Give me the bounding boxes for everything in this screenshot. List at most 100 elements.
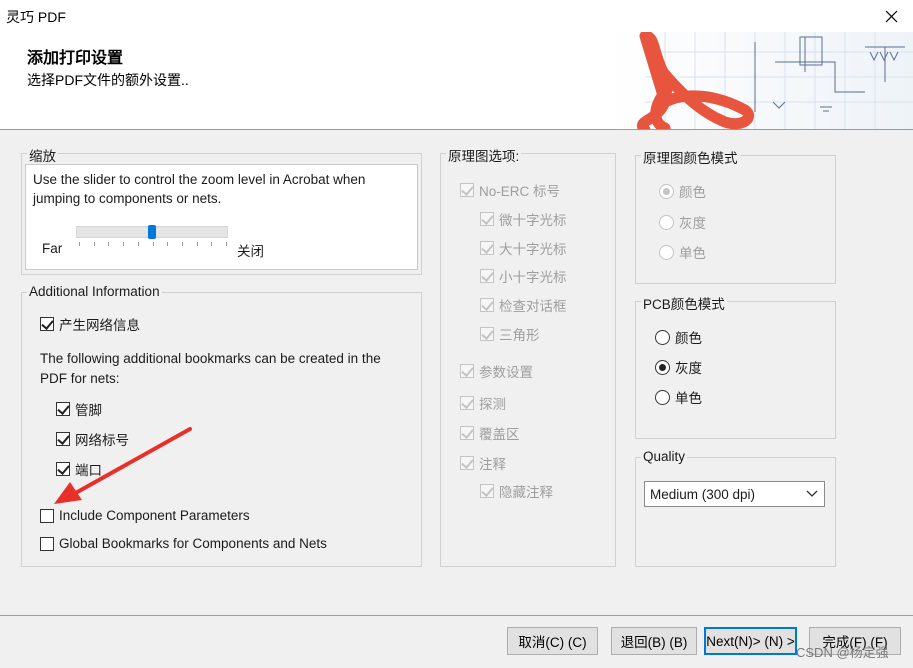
pins-checkbox[interactable]: 管脚 [56,399,102,419]
schematic-mono-radio-label: 单色 [679,246,706,261]
small-cross-check[interactable] [480,212,494,226]
slider-tick [226,242,227,246]
params-label: 参数设置 [479,365,533,380]
slider-tick [93,242,95,246]
slider-tick [123,242,125,246]
schematic-gray-radio-label: 灰度 [679,216,706,231]
hidden-notes-check[interactable] [480,484,494,498]
schematic-color-label: 原理图颜色模式 [641,147,740,167]
wizard-header: 添加打印设置 选择PDF文件的额外设置.. [0,32,913,130]
quality-select[interactable]: Medium (300 dpi) [644,481,825,507]
zoom-off-label: 关闭 [237,244,264,259]
tiny-cross-checkbox[interactable]: 小十字光标 [480,266,567,286]
page-subtitle: 选择PDF文件的额外设置.. [27,72,189,88]
schematic-color-radio-dot[interactable] [659,183,674,199]
cover-label: 覆盖区 [479,427,520,442]
schematic-color-radio-label: 颜色 [679,185,706,200]
component-params-check[interactable] [40,508,54,523]
bookmarks-description: The following additional bookmarks can b… [40,351,381,386]
zoom-group-label: 缩放 [27,145,58,165]
schematic-options-label: 原理图选项: [446,145,522,165]
pcb-gray-radio-label: 灰度 [675,361,702,376]
params-checkbox[interactable]: 参数设置 [460,361,533,381]
close-button[interactable] [876,2,906,30]
quality-group [635,457,836,567]
params-check[interactable] [460,364,474,378]
global-bookmarks-label: Global Bookmarks for Components and Nets [59,536,327,551]
csdn-watermark: CSDN @杨定强 [796,645,889,660]
hidden-notes-checkbox[interactable]: 隐藏注释 [480,481,553,501]
pcb-color-radio-label: 颜色 [675,331,702,346]
pins-check[interactable] [56,402,70,416]
title-bar: 灵巧 PDF [0,0,913,32]
probe-checkbox[interactable]: 探测 [460,393,506,413]
component-params-label: Include Component Parameters [59,508,250,523]
schematic-gray-radio-dot[interactable] [659,214,674,230]
chevron-down-icon [806,490,818,497]
slider-tick [181,242,183,246]
net-info-checkbox[interactable]: 产生网络信息 [40,314,140,334]
close-icon [885,10,898,23]
check-dialog-label: 检查对话框 [499,299,567,314]
zoom-slider-thumb[interactable] [148,225,156,239]
tiny-cross-check[interactable] [480,269,494,283]
triangle-check[interactable] [480,327,494,341]
page-title: 添加打印设置 [27,50,124,67]
zoom-description: Use the slider to control the zoom level… [33,172,366,206]
pcb-gray-radio[interactable]: 灰度 [655,357,702,377]
slider-tick [79,242,80,246]
next-button[interactable]: Next(N)> (N) > [704,627,797,655]
hidden-notes-label: 隐藏注释 [499,485,553,500]
check-dialog-checkbox[interactable]: 检查对话框 [480,295,567,315]
slider-tick [211,242,213,246]
schematic-gray-radio[interactable]: 灰度 [659,212,706,232]
notes-check[interactable] [460,456,474,470]
small-cross-label: 微十字光标 [499,213,567,228]
quality-label: Quality [641,449,688,464]
global-bookmarks-check[interactable] [40,536,54,551]
quality-select-value: Medium (300 dpi) [650,486,756,502]
slider-tick [167,242,169,246]
schematic-logo-banner [605,32,913,129]
tiny-cross-label: 小十字光标 [499,270,567,285]
pcb-mono-radio-dot[interactable] [655,389,670,405]
pcb-color-radio[interactable]: 颜色 [655,327,702,347]
cover-check[interactable] [460,426,474,440]
net-info-check[interactable] [40,317,54,331]
triangle-checkbox[interactable]: 三角形 [480,324,540,344]
pcb-mono-radio[interactable]: 单色 [655,387,702,407]
triangle-label: 三角形 [499,328,540,343]
schematic-mono-radio-dot[interactable] [659,244,674,260]
slider-tick [137,242,139,246]
notes-label: 注释 [479,457,506,472]
back-button[interactable]: 退回(B) (B) [611,627,697,655]
check-dialog-check[interactable] [480,298,494,312]
pins-label: 管脚 [75,403,102,418]
red-arrow-annotation [54,427,192,504]
no-erc-checkbox[interactable]: No-ERC 标号 [460,180,560,200]
small-cross-checkbox[interactable]: 微十字光标 [480,209,567,229]
schematic-mono-radio[interactable]: 单色 [659,242,706,262]
slider-tick [196,242,198,246]
probe-check[interactable] [460,396,474,410]
slider-tick [108,242,110,246]
window-title: 灵巧 PDF [6,9,66,25]
large-cross-check[interactable] [480,241,494,255]
cover-checkbox[interactable]: 覆盖区 [460,423,520,443]
schematic-color-radio[interactable]: 颜色 [659,181,706,201]
probe-label: 探测 [479,397,506,412]
component-params-checkbox[interactable]: Include Component Parameters [40,508,250,523]
notes-checkbox[interactable]: 注释 [460,453,506,473]
pcb-gray-radio-dot[interactable] [655,359,670,375]
zoom-far-label: Far [42,241,63,256]
cancel-button[interactable]: 取消(C) (C) [507,627,598,655]
global-bookmarks-checkbox[interactable]: Global Bookmarks for Components and Nets [40,536,327,551]
large-cross-checkbox[interactable]: 大十字光标 [480,238,567,258]
additional-info-label: Additional Information [27,284,162,299]
footer-divider [0,615,913,616]
slider-tick [152,242,154,246]
net-info-label: 产生网络信息 [59,318,140,333]
no-erc-check[interactable] [460,183,474,197]
pcb-mono-radio-label: 单色 [675,391,702,406]
pcb-color-radio-dot[interactable] [655,329,670,345]
